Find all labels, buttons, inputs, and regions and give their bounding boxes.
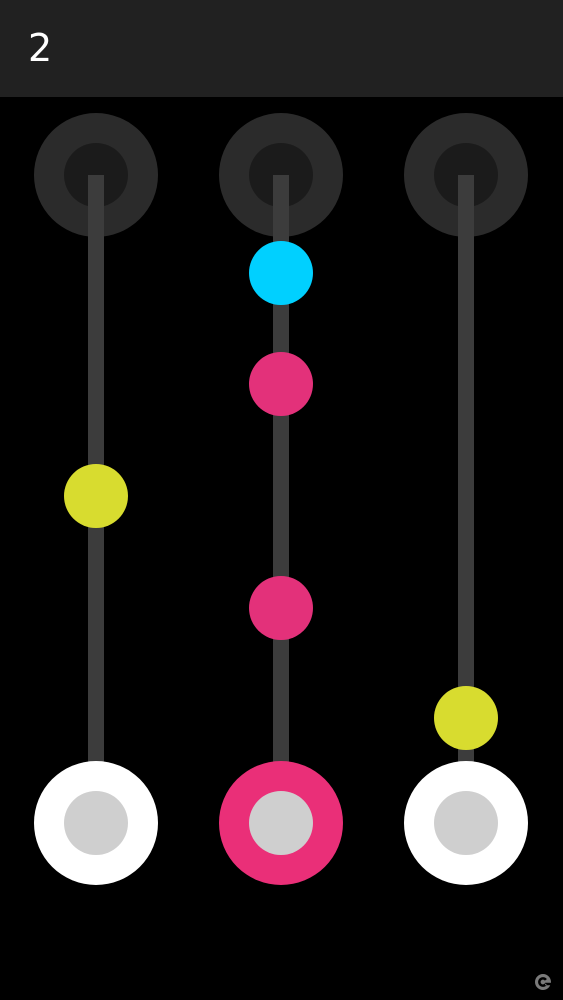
selector-core bbox=[249, 791, 313, 855]
watermark-icon bbox=[535, 974, 551, 990]
score-bar: 2 bbox=[0, 0, 563, 97]
lane-middle-ball-pink-2 bbox=[249, 576, 313, 640]
selector-core bbox=[64, 791, 128, 855]
lane-middle-selector-button[interactable] bbox=[219, 761, 343, 885]
lane-right-ball-yellow bbox=[434, 686, 498, 750]
game-board: 2 bbox=[0, 0, 563, 1000]
lane-left-selector-button[interactable] bbox=[34, 761, 158, 885]
selector-core bbox=[434, 791, 498, 855]
score-value: 2 bbox=[28, 26, 53, 70]
lane-left-ball-yellow bbox=[64, 464, 128, 528]
lane-right-selector-button[interactable] bbox=[404, 761, 528, 885]
lane-middle-ball-pink-1 bbox=[249, 352, 313, 416]
watermark-icon bbox=[533, 972, 553, 992]
lane-middle-ball-cyan bbox=[249, 241, 313, 305]
